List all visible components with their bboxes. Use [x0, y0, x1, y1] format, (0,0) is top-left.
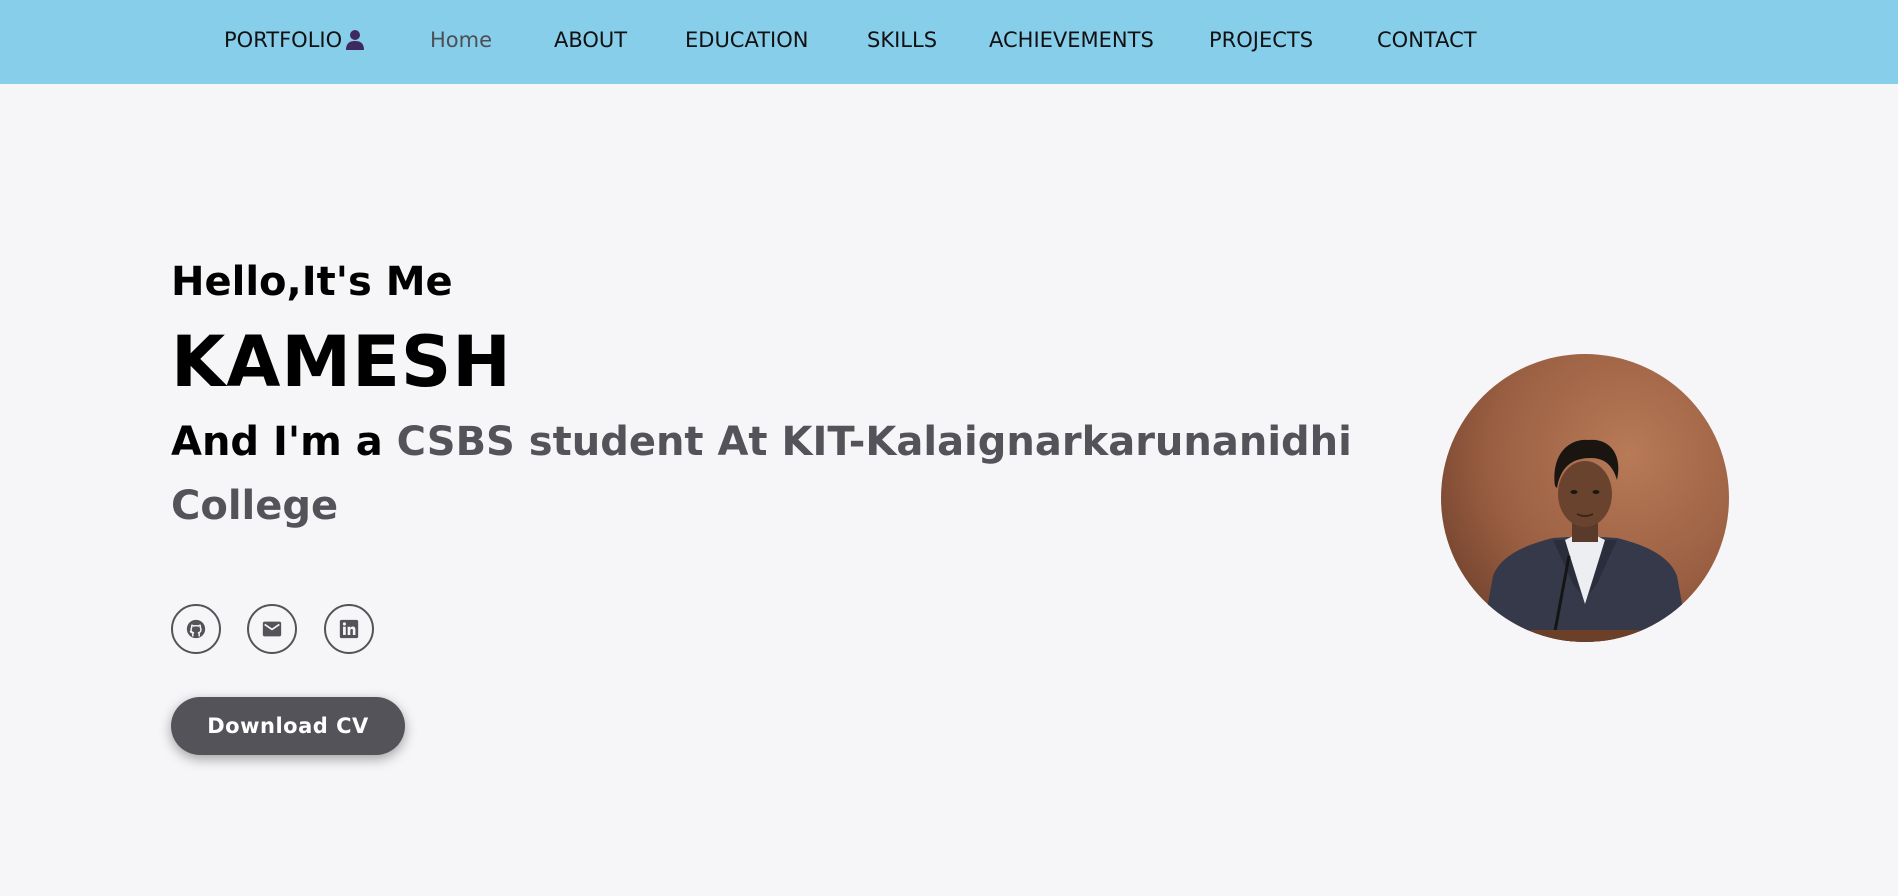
github-link[interactable] [171, 604, 221, 654]
mail-icon [262, 621, 282, 637]
nav-achievements[interactable]: ACHIEVEMENTS [989, 26, 1154, 54]
person-icon [346, 30, 365, 50]
download-cv-button[interactable]: Download CV [171, 697, 405, 755]
nav-skills[interactable]: SKILLS [867, 26, 937, 54]
nav-contact[interactable]: CONTACT [1377, 26, 1477, 54]
navbar: PORTFOLIO Home ABOUT EDUCATION SKILLS AC… [0, 0, 1898, 84]
email-link[interactable] [247, 604, 297, 654]
nav-home[interactable]: Home [430, 26, 492, 54]
profile-photo [1441, 354, 1729, 642]
profile-portrait [1441, 354, 1729, 642]
tagline-prefix: And I'm a [171, 419, 397, 465]
github-icon [186, 619, 206, 639]
brand-label: PORTFOLIO [224, 28, 343, 52]
linkedin-link[interactable] [324, 604, 374, 654]
hero-name: KAMESH [171, 321, 512, 403]
linkedin-icon [339, 619, 359, 639]
greeting: Hello,It's Me [171, 259, 453, 305]
brand-link[interactable]: PORTFOLIO [224, 26, 365, 54]
nav-about[interactable]: ABOUT [554, 26, 627, 54]
nav-projects[interactable]: PROJECTS [1209, 26, 1313, 54]
tagline: And I'm a CSBS student At KIT-Kalaignark… [171, 410, 1401, 538]
nav-education[interactable]: EDUCATION [685, 26, 808, 54]
